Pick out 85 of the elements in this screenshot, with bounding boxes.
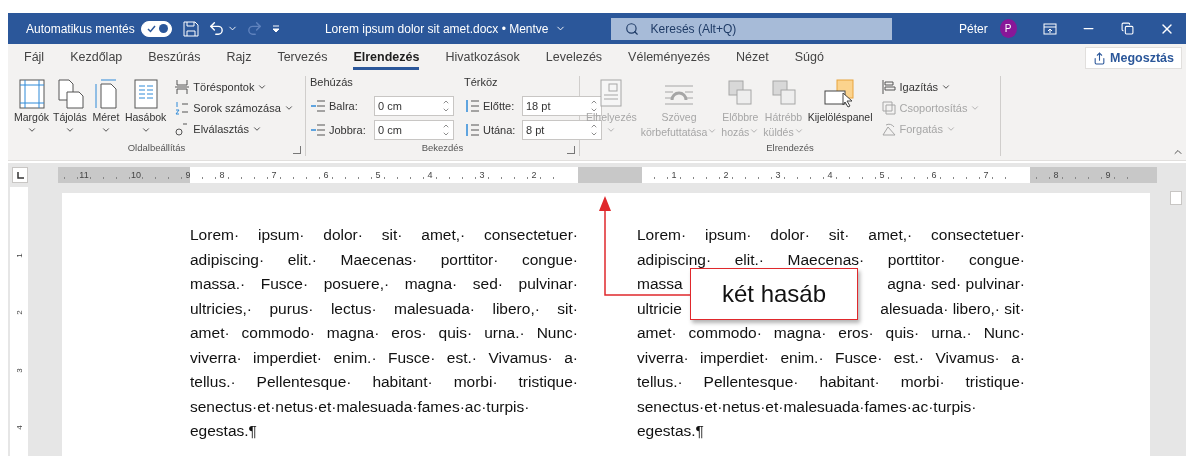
up-icon bbox=[590, 122, 598, 130]
group-title: Oldalbeállítás bbox=[126, 142, 187, 155]
caret-icon bbox=[707, 126, 718, 136]
caret-icon bbox=[140, 125, 151, 135]
ribbon-button[interactable]: Kijelöléspanel bbox=[805, 76, 875, 125]
tab-stop-icon bbox=[16, 171, 24, 179]
section-heading: Térköz bbox=[464, 76, 499, 90]
up-icon bbox=[590, 98, 598, 106]
section-heading: Behúzás bbox=[310, 76, 354, 90]
group-title: Elrendezés bbox=[765, 142, 815, 155]
caret-icon bbox=[26, 125, 37, 135]
dialog-launcher-icon[interactable] bbox=[293, 146, 301, 154]
ribbon-tab[interactable]: Levelezés bbox=[545, 46, 603, 70]
search-field[interactable]: Keresés (Alt+Q) bbox=[610, 17, 893, 40]
autosave-toggle[interactable] bbox=[140, 20, 172, 37]
field-label: Jobbra: bbox=[329, 124, 367, 136]
spin-field[interactable]: 0 cm bbox=[374, 120, 454, 140]
ribbon-tab[interactable]: Hivatkozások bbox=[445, 46, 520, 70]
user-name: Péter bbox=[959, 21, 988, 36]
margins-icon bbox=[16, 78, 47, 110]
down-icon bbox=[590, 106, 598, 114]
ruler-number: 2 bbox=[14, 310, 24, 316]
down-icon bbox=[442, 130, 450, 138]
tab-selector[interactable] bbox=[12, 167, 28, 183]
ribbon-button[interactable]: Hasábok bbox=[122, 76, 169, 135]
text-fragment: alesuada· libero,· sit· bbox=[880, 298, 1025, 319]
text-fragment: massa bbox=[637, 274, 683, 294]
autosave-label: Automatikus mentés bbox=[26, 21, 135, 36]
paragraph: amet· commodo· magna· eros· quis· urna.· Nunc· viverra· imperdiet· enim.· Fusce· est.· Vivamus· a· tellus.· Pellentesque· habitant· morbi· tristique· senectus·et·netus·et·malesuada·fames·ac·turpis· egestas.¶ bbox=[637, 323, 1025, 441]
share-icon bbox=[1093, 51, 1107, 65]
caret-icon bbox=[100, 125, 111, 135]
spin-field[interactable]: 0 cm bbox=[374, 96, 454, 116]
customize-icon[interactable] bbox=[270, 23, 281, 34]
down-icon bbox=[590, 130, 598, 138]
ribbon-tab[interactable]: Véleményezés bbox=[628, 46, 711, 70]
line-numbers-icon bbox=[174, 99, 191, 116]
vertical-ruler[interactable]: 1 2 3 4 bbox=[10, 187, 28, 456]
spin-field[interactable]: 8 pt bbox=[522, 120, 602, 140]
ribbon-tab[interactable]: Rajz bbox=[226, 46, 252, 70]
caret-icon bbox=[64, 125, 75, 135]
save-icon[interactable] bbox=[181, 19, 200, 38]
ribbon-button[interactable]: Igazítás bbox=[880, 78, 981, 95]
ribbon-button[interactable]: Margók bbox=[12, 76, 51, 135]
ribbon-button[interactable]: Méret bbox=[88, 76, 123, 135]
ribbon-button[interactable]: Elválasztás bbox=[174, 120, 294, 137]
ruler-number: 4 bbox=[14, 425, 24, 430]
caret-icon bbox=[793, 126, 804, 136]
spacing-before-icon bbox=[464, 99, 480, 113]
ribbon-tab[interactable]: Beszúrás bbox=[148, 46, 201, 70]
dialog-launcher-icon[interactable] bbox=[567, 146, 575, 154]
ribbon-tab[interactable]: Tervezés bbox=[277, 46, 328, 70]
ribbon-button[interactable]: Tájolás bbox=[51, 76, 89, 135]
indent-right-icon bbox=[310, 123, 326, 137]
indent-left-icon bbox=[310, 99, 326, 113]
search-icon bbox=[624, 21, 639, 36]
align-icon bbox=[880, 78, 897, 95]
spacing-after-icon bbox=[464, 123, 480, 137]
group-icon bbox=[880, 99, 897, 116]
callout-label: két hasáb bbox=[690, 268, 858, 320]
ribbon-tab[interactable]: Súgó bbox=[794, 46, 824, 70]
ribbon-tab[interactable]: Fájl bbox=[24, 46, 45, 70]
field-label: Előtte: bbox=[483, 100, 516, 112]
ribbon-tab[interactable]: Kezdőlap bbox=[70, 46, 123, 70]
group-title: Bekezdés bbox=[420, 142, 465, 155]
ruler-number: 1 bbox=[14, 253, 24, 258]
down-icon bbox=[442, 106, 450, 114]
check-icon bbox=[146, 24, 156, 33]
user-avatar[interactable]: P bbox=[999, 19, 1017, 38]
caret-icon bbox=[606, 125, 617, 135]
up-icon bbox=[442, 122, 450, 130]
ribbon-button[interactable]: Sorok számozása bbox=[174, 99, 294, 116]
breaks-icon bbox=[174, 78, 191, 95]
ribbon-tab[interactable]: Nézet bbox=[736, 46, 769, 70]
field-label: Utána: bbox=[483, 124, 517, 136]
ruler-number: 3 bbox=[14, 367, 24, 373]
share-button[interactable]: Megosztás bbox=[1085, 47, 1182, 69]
up-icon bbox=[442, 98, 450, 106]
paragraph: Lorem· ipsum· dolor· sit· amet,· consectetuer· adipiscing· elit.· Maecenas· porttitor· congue· massa.· Fusce· posuere,· magna· sed· pulvinar· ultricies,· purus· lectus· malesuada· libero,· sit· amet· commodo· magna· eros· quis· urna.· Nunc· viverra· imperdiet· enim.· Fusce· est.· Vivamus· a· tellus.· Pellentesque· habitant· morbi· tristique· senectus·et·netus·et·malesuada·fames·ac·turpis· egestas.¶ bbox=[190, 225, 578, 441]
text-fragment: agna· sed· pulvinar· bbox=[887, 274, 1025, 294]
caret-icon bbox=[749, 126, 760, 136]
undo-icon[interactable] bbox=[207, 20, 225, 37]
text-fragment: ultricie bbox=[637, 298, 682, 319]
field-label: Balra: bbox=[329, 100, 359, 112]
ribbon-button[interactable]: Töréspontok bbox=[174, 78, 294, 95]
document-title[interactable]: Lorem ipsum dolor sit amet.docx • Mentve bbox=[324, 21, 566, 36]
